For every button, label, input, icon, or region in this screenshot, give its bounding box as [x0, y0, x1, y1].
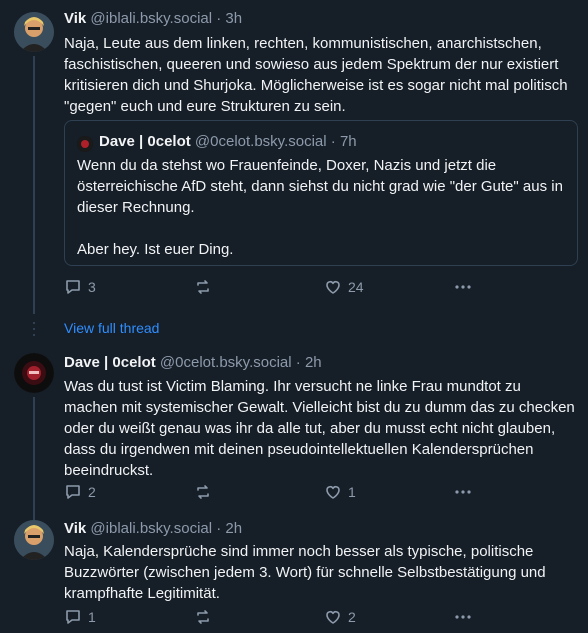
- like-icon: [326, 281, 340, 294]
- quote-time: 7h: [339, 133, 357, 150]
- reply-count: 1: [88, 609, 96, 625]
- reply-button[interactable]: 2: [64, 483, 96, 501]
- post-body: Was du tust ist Victim Blaming. Ihr vers…: [64, 378, 575, 479]
- post-actions: 3 24: [64, 278, 484, 298]
- like-button[interactable]: 2: [324, 608, 356, 626]
- repost-icon: [197, 485, 209, 499]
- post-body: Naja, Kalendersprüche sind immer noch be…: [64, 543, 546, 602]
- thread-line: [33, 56, 35, 314]
- avatar: [77, 136, 93, 152]
- avatar[interactable]: [14, 12, 54, 52]
- post-body: Naja, Leute aus dem linken, rechten, kom…: [64, 35, 568, 115]
- reply-icon: [66, 280, 80, 294]
- view-full-thread-link[interactable]: View full thread: [64, 320, 159, 336]
- quote-author-handle: @0celot.bsky.social: [194, 133, 327, 150]
- thread-line: [33, 397, 35, 517]
- like-button[interactable]: 24: [324, 278, 364, 296]
- repost-icon: [197, 610, 209, 624]
- more-button[interactable]: [454, 483, 472, 501]
- author-handle[interactable]: @iblali.bsky.social: [90, 10, 212, 27]
- post-header: Vik @iblali.bsky.social · 2h: [64, 520, 242, 537]
- like-icon: [326, 486, 340, 499]
- more-button[interactable]: [454, 608, 472, 626]
- post-actions: 1 2: [64, 608, 484, 628]
- repost-button[interactable]: [194, 278, 212, 296]
- like-count: 1: [348, 484, 356, 500]
- like-count: 24: [348, 279, 364, 295]
- quote-paragraph-2: Aber hey. Ist euer Ding.: [77, 241, 234, 258]
- quote-paragraph-1: Wenn du da stehst wo Frauenfeinde, Doxer…: [77, 157, 563, 216]
- post-header: Dave | 0celot @0celot.bsky.social · 2h: [64, 354, 322, 371]
- separator-dot: ·: [216, 520, 222, 537]
- reply-button[interactable]: 3: [64, 278, 96, 296]
- post-time[interactable]: 2h: [225, 520, 242, 537]
- repost-button[interactable]: [194, 608, 212, 626]
- reply-icon: [66, 610, 80, 624]
- reply-icon: [66, 485, 80, 499]
- thread-continuation-dots: [33, 322, 35, 340]
- more-icon: [455, 285, 471, 289]
- more-icon: [455, 615, 471, 619]
- quote-header: Dave | 0celot @0celot.bsky.social · 7h: [99, 133, 357, 150]
- more-icon: [455, 490, 471, 494]
- quote-author-name: Dave | 0celot: [99, 133, 191, 150]
- post-actions: 2 1: [64, 483, 484, 503]
- author-name[interactable]: Vik: [64, 10, 86, 27]
- post-time[interactable]: 2h: [305, 354, 322, 371]
- post-header: Vik @iblali.bsky.social · 3h: [64, 10, 242, 27]
- thread-line: [33, 510, 35, 520]
- like-icon: [326, 611, 340, 624]
- repost-icon: [197, 280, 209, 294]
- reply-button[interactable]: 1: [64, 608, 96, 626]
- quoted-post[interactable]: Dave | 0celot @0celot.bsky.social · 7h W…: [64, 120, 578, 266]
- post-time[interactable]: 3h: [225, 10, 242, 27]
- like-button[interactable]: 1: [324, 483, 356, 501]
- separator-dot: ·: [330, 133, 336, 150]
- author-handle[interactable]: @iblali.bsky.social: [90, 520, 212, 537]
- quote-body: Wenn du da stehst wo Frauenfeinde, Doxer…: [77, 155, 567, 260]
- avatar[interactable]: [14, 353, 54, 393]
- author-name[interactable]: Dave | 0celot: [64, 354, 156, 371]
- more-button[interactable]: [454, 278, 472, 296]
- like-count: 2: [348, 609, 356, 625]
- post-1: Vik @iblali.bsky.social · 3h Naja, Leute…: [0, 0, 588, 314]
- post-3: Vik @iblali.bsky.social · 2h Naja, Kalen…: [0, 510, 588, 633]
- repost-button[interactable]: [194, 483, 212, 501]
- reply-count: 2: [88, 484, 96, 500]
- post-2: Dave | 0celot @0celot.bsky.social · 2h W…: [0, 345, 588, 517]
- separator-dot: ·: [295, 354, 301, 371]
- author-handle[interactable]: @0celot.bsky.social: [160, 354, 292, 371]
- avatar[interactable]: [14, 520, 54, 560]
- reply-count: 3: [88, 279, 96, 295]
- author-name[interactable]: Vik: [64, 520, 86, 537]
- separator-dot: ·: [216, 10, 222, 27]
